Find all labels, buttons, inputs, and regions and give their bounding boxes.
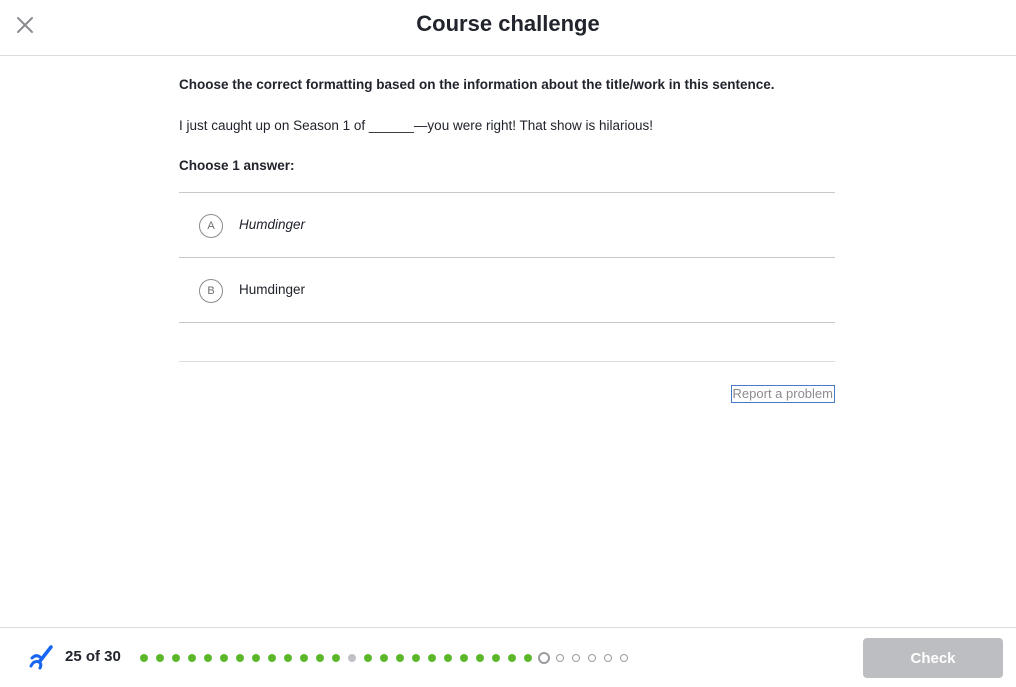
choice-b-text: Humdinger — [239, 282, 306, 297]
page-title: Course challenge — [416, 11, 600, 36]
progress-dot-correct — [508, 654, 516, 662]
question-instruction: Choose the correct formatting based on t… — [179, 77, 775, 92]
progress-dot-correct — [252, 654, 260, 662]
progress-dot-correct — [364, 654, 372, 662]
progress-dot-correct — [476, 654, 484, 662]
progress-counter: 25 of 30 — [65, 648, 121, 665]
progress-dot-correct — [396, 654, 404, 662]
progress-dot-empty — [572, 654, 580, 662]
progress-dot-correct — [460, 654, 468, 662]
divider — [179, 361, 835, 362]
progress-dot-current — [538, 652, 550, 664]
progress-dot-correct — [284, 654, 292, 662]
progress-dot-correct — [380, 654, 388, 662]
header: Course challenge — [0, 0, 1016, 56]
progress-dot-correct — [172, 654, 180, 662]
progress-dots — [140, 652, 636, 664]
progress-dot-skipped — [348, 654, 356, 662]
progress-dot-empty — [588, 654, 596, 662]
progress-dot-empty — [604, 654, 612, 662]
progress-dot-correct — [188, 654, 196, 662]
choose-answer-label: Choose 1 answer: — [179, 158, 295, 173]
progress-dot-correct — [524, 654, 532, 662]
progress-dot-correct — [332, 654, 340, 662]
progress-dot-correct — [268, 654, 276, 662]
progress-dot-correct — [412, 654, 420, 662]
progress-dot-correct — [156, 654, 164, 662]
progress-dot-empty — [620, 654, 628, 662]
check-button[interactable]: Check — [863, 638, 1003, 678]
skill-pencil-icon — [29, 645, 53, 670]
progress-dot-correct — [236, 654, 244, 662]
question-sentence: I just caught up on Season 1 of ______—y… — [179, 118, 654, 133]
progress-dot-correct — [316, 654, 324, 662]
progress-dot-correct — [492, 654, 500, 662]
choice-b-letter: B — [199, 279, 223, 303]
progress-dot-correct — [428, 654, 436, 662]
answer-choices: A Humdinger B Humdinger — [179, 192, 835, 323]
progress-dot-correct — [220, 654, 228, 662]
choice-a[interactable]: A Humdinger — [179, 193, 835, 258]
progress-dot-empty — [556, 654, 564, 662]
progress-dot-correct — [204, 654, 212, 662]
choice-a-letter: A — [199, 214, 223, 238]
progress-dot-correct — [140, 654, 148, 662]
progress-dot-correct — [444, 654, 452, 662]
progress-dot-correct — [300, 654, 308, 662]
report-problem-link[interactable]: Report a problem — [730, 385, 835, 403]
choice-b[interactable]: B Humdinger — [179, 258, 835, 323]
footer: 25 of 30 Check — [0, 627, 1016, 687]
choice-a-text: Humdinger — [239, 217, 306, 232]
